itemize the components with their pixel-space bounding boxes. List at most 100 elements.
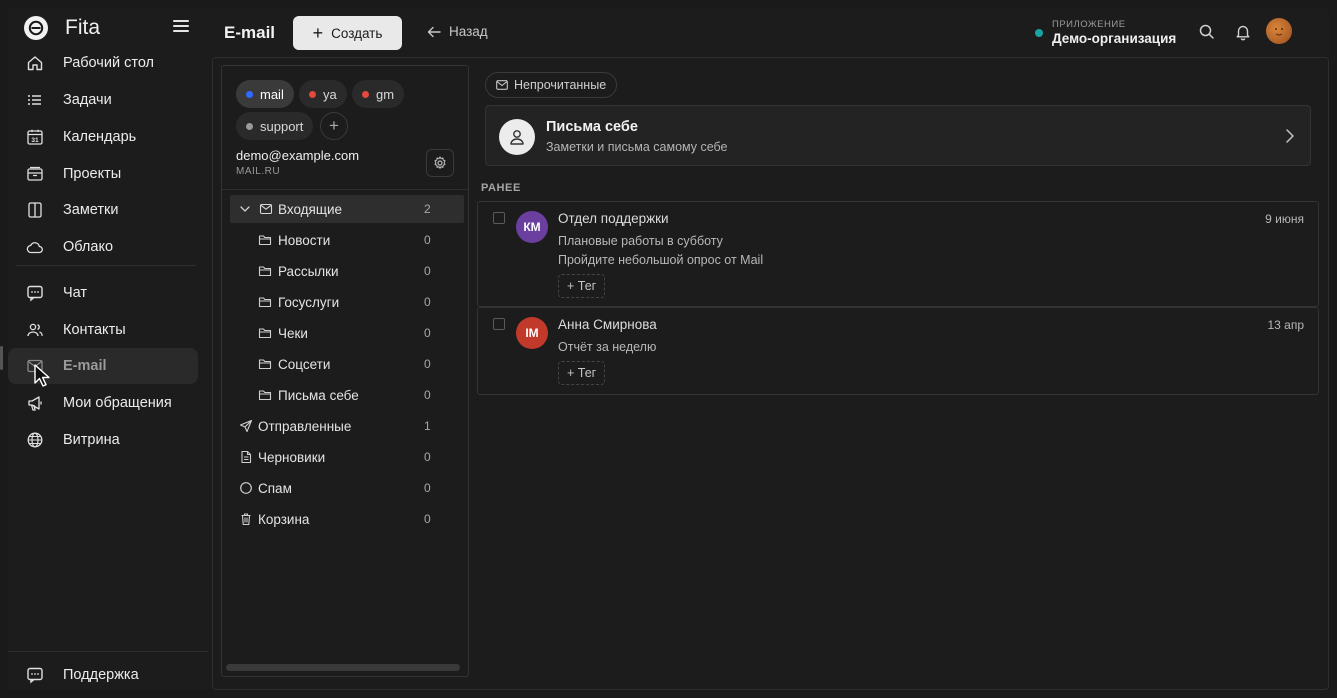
chevron-down-icon[interactable] (239, 203, 251, 215)
mail-preview: Пройдите небольшой опрос от Mail (558, 253, 764, 267)
account-email: demo@example.com (236, 148, 360, 163)
folder-count: 0 (424, 512, 431, 526)
notes-icon (26, 201, 44, 219)
back-button[interactable]: Назад (427, 24, 488, 39)
create-button[interactable]: + Создать (293, 16, 402, 50)
folder-icon (258, 357, 272, 371)
horizontal-scrollbar[interactable] (226, 664, 460, 671)
folder-row[interactable]: Входящие 2 (230, 195, 464, 223)
sidebar-item-label: Календарь (63, 129, 137, 145)
sidebar-item-home[interactable]: Рабочий стол (8, 45, 198, 81)
envelope-icon (496, 80, 508, 90)
folder-row[interactable]: Черновики 0 (230, 443, 464, 471)
sender-avatar: КМ (516, 211, 548, 243)
folder-row[interactable]: Рассылки 0 (230, 257, 464, 285)
account-settings-button[interactable] (426, 149, 454, 177)
menu-toggle-icon[interactable] (173, 20, 189, 34)
sidebar-item-list[interactable]: Задачи (8, 82, 198, 118)
folder-label: Входящие (278, 201, 343, 217)
sender-avatar: IM (516, 317, 548, 349)
folder-icon (258, 235, 272, 246)
folder-label: Черновики (258, 449, 326, 465)
section-label-earlier: РАНЕЕ (481, 182, 521, 194)
unread-filter-chip[interactable]: Непрочитанные (485, 72, 618, 98)
sidebar-item-label: E-mail (63, 358, 107, 374)
send-icon (239, 419, 253, 433)
folder-count: 0 (424, 264, 431, 278)
notes-to-self-title: Письма себе (546, 119, 638, 135)
folder-label: Соцсети (278, 356, 331, 372)
sidebar-item-chat[interactable]: Чат (8, 275, 198, 311)
notes-icon (28, 202, 42, 218)
folder-row[interactable]: Корзина 0 (230, 505, 464, 533)
folder-row[interactable]: Спам 0 (230, 474, 464, 502)
sidebar-item-label: Облако (63, 239, 114, 255)
sidebar-item-label: Мои обращения (63, 395, 172, 411)
folder-count: 0 (424, 450, 431, 464)
account-chip-gm[interactable]: gm (352, 80, 405, 108)
trash-icon (239, 512, 253, 526)
account-chip-mail[interactable]: mail (236, 80, 294, 108)
mail-item[interactable]: IM Анна Смирнова 13 апр Отчёт за неделю + Те… (477, 307, 1319, 395)
back-button-label: Назад (449, 24, 488, 39)
folder-icon (258, 326, 272, 340)
folder-label: Письма себе (278, 387, 359, 403)
create-button-label: Создать (331, 25, 383, 41)
user-avatar[interactable] (1266, 18, 1292, 44)
mail-sender: Анна Смирнова (558, 317, 657, 332)
folder-row[interactable]: Отправленные 1 (230, 412, 464, 440)
account-chip-support[interactable]: support (236, 112, 314, 140)
mail-subject: Плановые работы в субботу (558, 234, 723, 248)
page-title: E-mail (224, 23, 276, 42)
app-name: Fita (65, 16, 101, 39)
sidebar-item-label: Проекты (63, 166, 122, 182)
folder-label: Отправленные (258, 418, 352, 434)
add-tag-button[interactable]: + Тег (558, 361, 606, 385)
org-name: Демо-организация (1052, 31, 1177, 46)
projects-icon (27, 166, 43, 181)
account-chip-label: ya (323, 86, 337, 102)
folder-row[interactable]: Госуслуги 0 (230, 288, 464, 316)
folder-count: 0 (424, 357, 431, 371)
folder-row[interactable]: Соцсети 0 (230, 350, 464, 378)
spam-icon (240, 482, 252, 494)
folder-count: 2 (424, 202, 431, 216)
contacts-icon (27, 323, 43, 337)
sidebar-bottom-divider (8, 651, 208, 652)
mail-select-checkbox[interactable] (493, 212, 505, 224)
notes-to-self-card[interactable]: Письма себе Заметки и письма самому себе (485, 105, 1311, 166)
contacts-icon (26, 321, 44, 339)
mail-item[interactable]: КМ Отдел поддержки 9 июня Плановые работы в… (477, 201, 1319, 307)
account-chip-ya[interactable]: ya (299, 80, 347, 108)
chat-icon (26, 284, 44, 302)
sidebar-item-contacts[interactable]: Контакты (8, 312, 198, 348)
folder-count: 0 (424, 481, 431, 495)
folder-row[interactable]: Новости 0 (230, 226, 464, 254)
folder-icon (258, 266, 272, 277)
sidebar-item-label: Чат (63, 285, 88, 301)
sidebar-item-label: Поддержка (63, 667, 139, 683)
sidebar-item-projects[interactable]: Проекты (8, 156, 198, 192)
calendar-icon: 31 (27, 129, 43, 145)
mail-select-checkbox[interactable] (493, 318, 505, 330)
folder-icon (258, 264, 272, 278)
org-caption: ПРИЛОЖЕНИЕ (1052, 19, 1126, 30)
sidebar-item-calendar[interactable]: 31 Календарь (8, 119, 198, 155)
sidebar-item-notes[interactable]: Заметки (8, 192, 198, 228)
search-icon[interactable] (1198, 23, 1216, 41)
bell-icon[interactable] (1234, 23, 1252, 41)
sidebar-item-support[interactable]: Поддержка (8, 657, 198, 693)
folder-label: Новости (278, 232, 331, 248)
folder-icon (258, 359, 272, 370)
sidebar-item-cloud[interactable]: Облако (8, 229, 198, 265)
brand[interactable]: Fita (24, 14, 100, 42)
folder-row[interactable]: Чеки 0 (230, 319, 464, 347)
add-account-button[interactable]: + (320, 112, 348, 140)
mail-sender: Отдел поддержки (558, 211, 669, 226)
add-tag-button[interactable]: + Тег (558, 274, 606, 298)
home-icon (27, 56, 43, 71)
folder-icon (258, 297, 272, 308)
folder-row[interactable]: Письма себе 0 (230, 381, 464, 409)
sidebar-item-globe[interactable]: Витрина (8, 422, 198, 458)
gear-icon (434, 156, 446, 169)
